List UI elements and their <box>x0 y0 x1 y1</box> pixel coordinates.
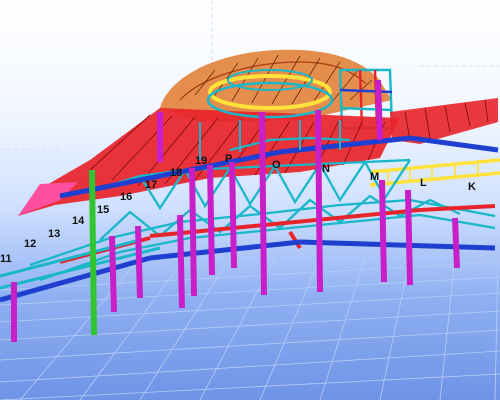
3d-model-viewport[interactable]: 11 12 13 14 15 16 17 18 19 P O N M L K <box>0 0 500 400</box>
grid-label-11: 11 <box>0 253 12 265</box>
highlighted-column[interactable] <box>89 169 97 336</box>
grid-label-13: 13 <box>48 228 60 240</box>
grid-label-o: O <box>272 159 281 171</box>
grid-label-n: N <box>322 163 330 175</box>
grid-label-p: P <box>225 153 232 165</box>
grid-label-14: 14 <box>72 215 85 227</box>
catwalk-right <box>369 158 500 187</box>
grid-label-m: M <box>370 171 379 183</box>
grid-label-16: 16 <box>120 191 132 203</box>
structural-model-scene[interactable]: 11 12 13 14 15 16 17 18 19 P O N M L K <box>0 0 500 400</box>
grid-label-k: K <box>468 181 476 193</box>
grid-label-17: 17 <box>145 179 157 191</box>
grid-label-l: L <box>420 177 427 189</box>
grid-label-12: 12 <box>24 238 36 250</box>
grid-label-18: 18 <box>170 167 182 179</box>
grid-label-15: 15 <box>97 204 109 216</box>
grid-label-19: 19 <box>195 155 207 167</box>
